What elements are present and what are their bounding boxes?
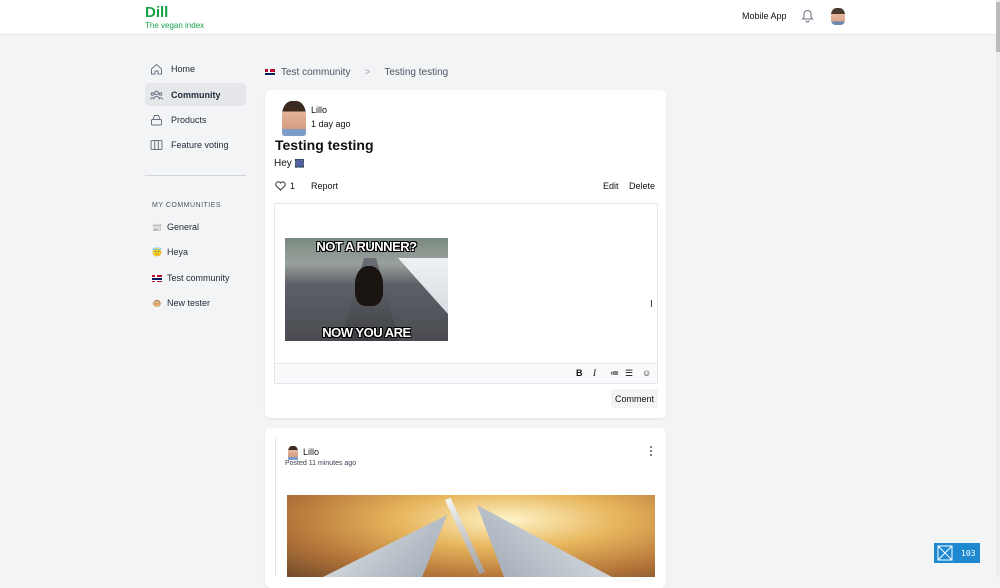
like-count: 1: [290, 181, 296, 191]
user-avatar[interactable]: [831, 8, 845, 25]
delete-button[interactable]: Delete: [629, 181, 655, 191]
badge-count: 103: [961, 548, 976, 558]
emoji-button[interactable]: ☺: [642, 368, 651, 378]
comment-image: [287, 495, 655, 577]
envelope-icon: [937, 545, 953, 561]
fireworks-emoji: 🎆: [294, 159, 305, 168]
sidebar-item-label: Community: [171, 89, 221, 100]
post-body: Hey 🎆: [274, 158, 305, 169]
tagline: The vegan index: [145, 21, 205, 30]
post-author[interactable]: Lillo: [311, 105, 327, 115]
monkey-emoji-icon: 🐵: [152, 298, 162, 308]
community-icon: [150, 89, 163, 101]
norway-flag-icon: [265, 69, 275, 76]
sidebar-item-community[interactable]: Community: [145, 83, 246, 106]
more-options-icon[interactable]: [650, 446, 653, 456]
sidebar-item-feature-voting[interactable]: Feature voting: [145, 133, 246, 156]
sidebar-item-label: Products: [171, 114, 207, 125]
products-icon: [150, 114, 163, 126]
comment-time: Posted 11 minutes ago: [285, 460, 357, 467]
sidebar-item-label: Home: [171, 63, 196, 74]
feature-voting-icon: [150, 139, 163, 151]
comment-author-avatar[interactable]: [288, 446, 298, 460]
editor-toolbar: B I ≔ ☰ ☺: [275, 363, 657, 383]
post-time: 1 day ago: [311, 119, 351, 129]
logo[interactable]: Dill: [145, 4, 168, 21]
community-label: New tester: [167, 298, 211, 308]
report-button[interactable]: Report: [311, 181, 338, 191]
mobile-app-link[interactable]: Mobile App: [742, 11, 787, 21]
post-title: Testing testing: [275, 137, 374, 153]
edit-button[interactable]: Edit: [603, 181, 619, 191]
bold-button[interactable]: B: [576, 368, 583, 378]
home-icon: [150, 63, 163, 75]
bell-icon[interactable]: [801, 9, 814, 28]
meme-bottom-text: NOW YOU ARE: [322, 325, 411, 340]
comment-button[interactable]: Comment: [611, 389, 658, 408]
breadcrumb-current: Testing testing: [384, 67, 449, 78]
sidebar-divider: [145, 175, 246, 176]
community-label: Heya: [167, 247, 189, 257]
heart-icon: [275, 181, 286, 191]
breadcrumb: Test community > Testing testing: [265, 67, 448, 78]
chevron-right-icon: >: [364, 67, 371, 78]
meme-top-text: NOT A RUNNER?: [316, 239, 417, 254]
top-bar: Dill The vegan index Mobile App: [0, 0, 996, 35]
norway-flag-icon: [152, 274, 162, 282]
sidebar-item-products[interactable]: Products: [145, 108, 246, 131]
community-label: General: [167, 222, 200, 232]
community-new-tester[interactable]: 🐵 New tester: [152, 298, 210, 308]
comment-thread-line: [275, 438, 276, 577]
my-communities-heading: MY COMMUNITIES: [152, 202, 222, 209]
breadcrumb-community[interactable]: Test community: [281, 67, 350, 78]
bullet-list-button[interactable]: ☰: [625, 368, 633, 379]
community-test-community[interactable]: Test community: [152, 273, 230, 283]
meme-image: NOT A RUNNER? NOW YOU ARE: [285, 238, 448, 341]
scrollbar[interactable]: [996, 0, 1000, 577]
notification-badge[interactable]: 103: [934, 543, 980, 563]
author-avatar[interactable]: [282, 101, 306, 136]
newspaper-icon: 📰: [152, 222, 162, 232]
angel-emoji-icon: 😇: [152, 247, 162, 257]
comment-author[interactable]: Lillo: [303, 447, 319, 457]
ordered-list-button[interactable]: ≔: [610, 368, 619, 379]
community-heya[interactable]: 😇 Heya: [152, 247, 188, 257]
community-label: Test community: [167, 273, 230, 283]
italic-button[interactable]: I: [593, 368, 596, 378]
text-cursor-icon: I: [650, 299, 653, 310]
comment-editor[interactable]: NOT A RUNNER? NOW YOU ARE I B I ≔ ☰ ☺: [274, 203, 658, 384]
community-general[interactable]: 📰 General: [152, 222, 199, 232]
sidebar-item-home[interactable]: Home: [145, 57, 246, 80]
like-button[interactable]: 1: [275, 181, 295, 191]
sidebar-item-label: Feature voting: [171, 139, 229, 150]
